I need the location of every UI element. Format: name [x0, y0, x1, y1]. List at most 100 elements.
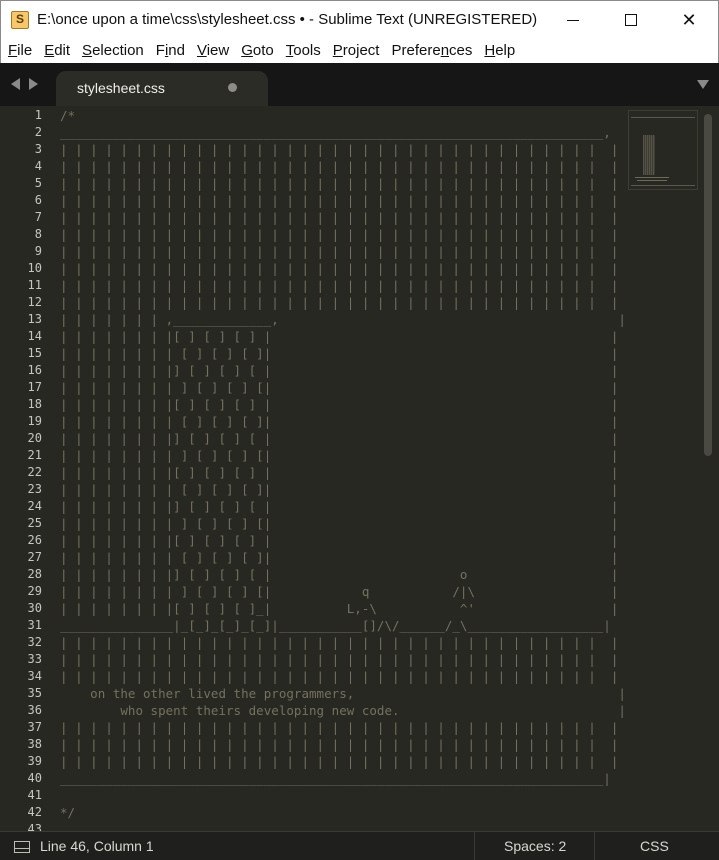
code-line: | | | | | | | | ] [ ] [ ] [| q /|\ |: [60, 584, 619, 599]
code-line: | | | | | | | | | | | | | | | | | | | | …: [60, 652, 619, 667]
vertical-scrollbar[interactable]: [702, 110, 712, 828]
syntax-selector[interactable]: CSS: [640, 838, 669, 854]
line-number: 19: [27, 414, 42, 428]
menu-accelerator: G: [241, 42, 253, 59]
close-button[interactable]: ✕: [660, 1, 718, 39]
menu-item[interactable]: Goto: [234, 42, 279, 59]
line-number: 32: [27, 635, 42, 649]
line-number: 31: [27, 618, 42, 632]
line-number: 15: [27, 346, 42, 360]
line-number: 28: [27, 567, 42, 581]
tab-scroll-right-icon[interactable]: [29, 78, 38, 90]
code-line: | | | | | | | | | | | | | | | | | | | | …: [60, 635, 619, 650]
menu-item[interactable]: Help: [477, 42, 520, 59]
line-number: 36: [27, 703, 42, 717]
line-number: 25: [27, 516, 42, 530]
code-line: | | | | | | | | | | | | | | | | | | | | …: [60, 669, 619, 684]
line-number: 21: [27, 448, 42, 462]
menu-item[interactable]: Tools: [279, 42, 326, 59]
line-number: 27: [27, 550, 42, 564]
menu-item[interactable]: Preferences: [384, 42, 477, 59]
menu-item[interactable]: Project: [326, 42, 385, 59]
line-number: 22: [27, 465, 42, 479]
minimap[interactable]: [628, 110, 698, 190]
code-line: | | | | | | | | ] [ ] [ ] [| |: [60, 448, 619, 463]
code-line: | | | | | | | |[ ] [ ] [ ] | |: [60, 533, 619, 548]
menu-accelerator: S: [82, 42, 93, 59]
status-divider: [474, 832, 475, 860]
line-number: 18: [27, 397, 42, 411]
menu-label: oto: [252, 42, 274, 59]
line-number: 33: [27, 652, 42, 666]
minimap-text: [637, 180, 667, 181]
code-line: | | | | | | | | ] [ ] [ ] [| |: [60, 380, 619, 395]
code-line: | | | | | | | | | | | | | | | | | | | | …: [60, 737, 619, 752]
line-number: 16: [27, 363, 42, 377]
unsaved-dot-icon[interactable]: [228, 83, 237, 92]
menu-label: ces: [449, 42, 473, 59]
tab-dropdown-icon[interactable]: [697, 80, 709, 89]
minimap-building: [643, 135, 655, 175]
line-number: 7: [34, 210, 42, 224]
code-line: | | | | | | | |] [ ] [ ] [ | |: [60, 363, 619, 378]
line-number: 4: [34, 159, 42, 173]
menu-item[interactable]: View: [190, 42, 234, 59]
tab-label: stylesheet.css: [77, 80, 165, 96]
line-number: 26: [27, 533, 42, 547]
code-line: | | | | | | | | | | | | | | | | | | | | …: [60, 227, 619, 242]
line-number: 23: [27, 482, 42, 496]
menu-accelerator: H: [484, 42, 496, 59]
menu-label: iew: [206, 42, 230, 59]
line-number: 12: [27, 295, 42, 309]
panel-toggle-icon[interactable]: [14, 841, 30, 853]
minimize-button[interactable]: [544, 1, 602, 39]
line-number: 9: [34, 244, 42, 258]
code-line: /*: [60, 108, 76, 123]
tab-scroll-left-icon[interactable]: [11, 78, 20, 90]
line-number: 37: [27, 720, 42, 734]
menu-item[interactable]: Edit: [37, 42, 75, 59]
line-number: 24: [27, 499, 42, 513]
menu-label: election: [92, 42, 144, 59]
line-number: 11: [27, 278, 42, 292]
menu-label: Prefere: [391, 42, 441, 59]
menu-accelerator: P: [332, 42, 343, 59]
tab-stylesheet-css[interactable]: stylesheet.css: [56, 71, 268, 106]
menu-label: F: [155, 42, 165, 59]
minimap-line: [631, 185, 695, 186]
tab-bar: stylesheet.css: [0, 63, 719, 106]
code-line: who spent theirs developing new code. |: [60, 703, 626, 718]
status-bar: Line 46, Column 1 Spaces: 2 CSS: [0, 831, 719, 860]
code-line: | | | | | | | |[ ] [ ] [ ] | |: [60, 397, 619, 412]
line-number: 14: [27, 329, 42, 343]
menu-accelerator: E: [44, 42, 55, 59]
line-number: 17: [27, 380, 42, 394]
menu-item[interactable]: File: [1, 42, 37, 59]
menu-item[interactable]: Selection: [75, 42, 149, 59]
maximize-button[interactable]: [602, 1, 660, 39]
scrollbar-thumb[interactable]: [704, 114, 712, 456]
indentation-setting[interactable]: Spaces: 2: [504, 838, 566, 854]
minimap-line: [631, 117, 695, 118]
code-line: | | | | | | | |[ ] [ ] [ ] | |: [60, 329, 619, 344]
code-area[interactable]: /* ______________________________________…: [60, 107, 626, 831]
code-line: */: [60, 805, 76, 820]
code-line: | | | | | | | | | | | | | | | | | | | | …: [60, 244, 619, 259]
sublime-text-icon: [11, 11, 29, 29]
line-number-gutter: 1 2 3 4 5 6 7 8 9 10 11 12 13 14 15 16 17 18 19 20 21 22 23 24 2…: [0, 107, 42, 831]
title-bar: E:\once upon a time\css\stylesheet.css •…: [0, 0, 719, 38]
editor-pane[interactable]: 1 2 3 4 5 6 7 8 9 10 11 12 13 14 15 16 17 18 19 20 21 22 23 24 2…: [0, 106, 719, 831]
menu-bar: File Edit Selection Find View Goto Tools Projec…: [0, 38, 719, 63]
menu-label: roject: [342, 42, 380, 59]
line-number: 6: [34, 193, 42, 207]
line-number: 2: [34, 125, 42, 139]
menu-item[interactable]: Find: [149, 42, 190, 59]
minimap-text: [635, 177, 669, 178]
code-line: | | | | | | | |] [ ] [ ] [ | |: [60, 499, 619, 514]
code-line: | | | | | | | | [ ] [ ] [ ]| |: [60, 346, 619, 361]
code-line: | | | | | | | | [ ] [ ] [ ]| |: [60, 482, 619, 497]
code-line: | | | | | | | | | | | | | | | | | | | | …: [60, 720, 619, 735]
minimize-icon: [567, 19, 579, 21]
